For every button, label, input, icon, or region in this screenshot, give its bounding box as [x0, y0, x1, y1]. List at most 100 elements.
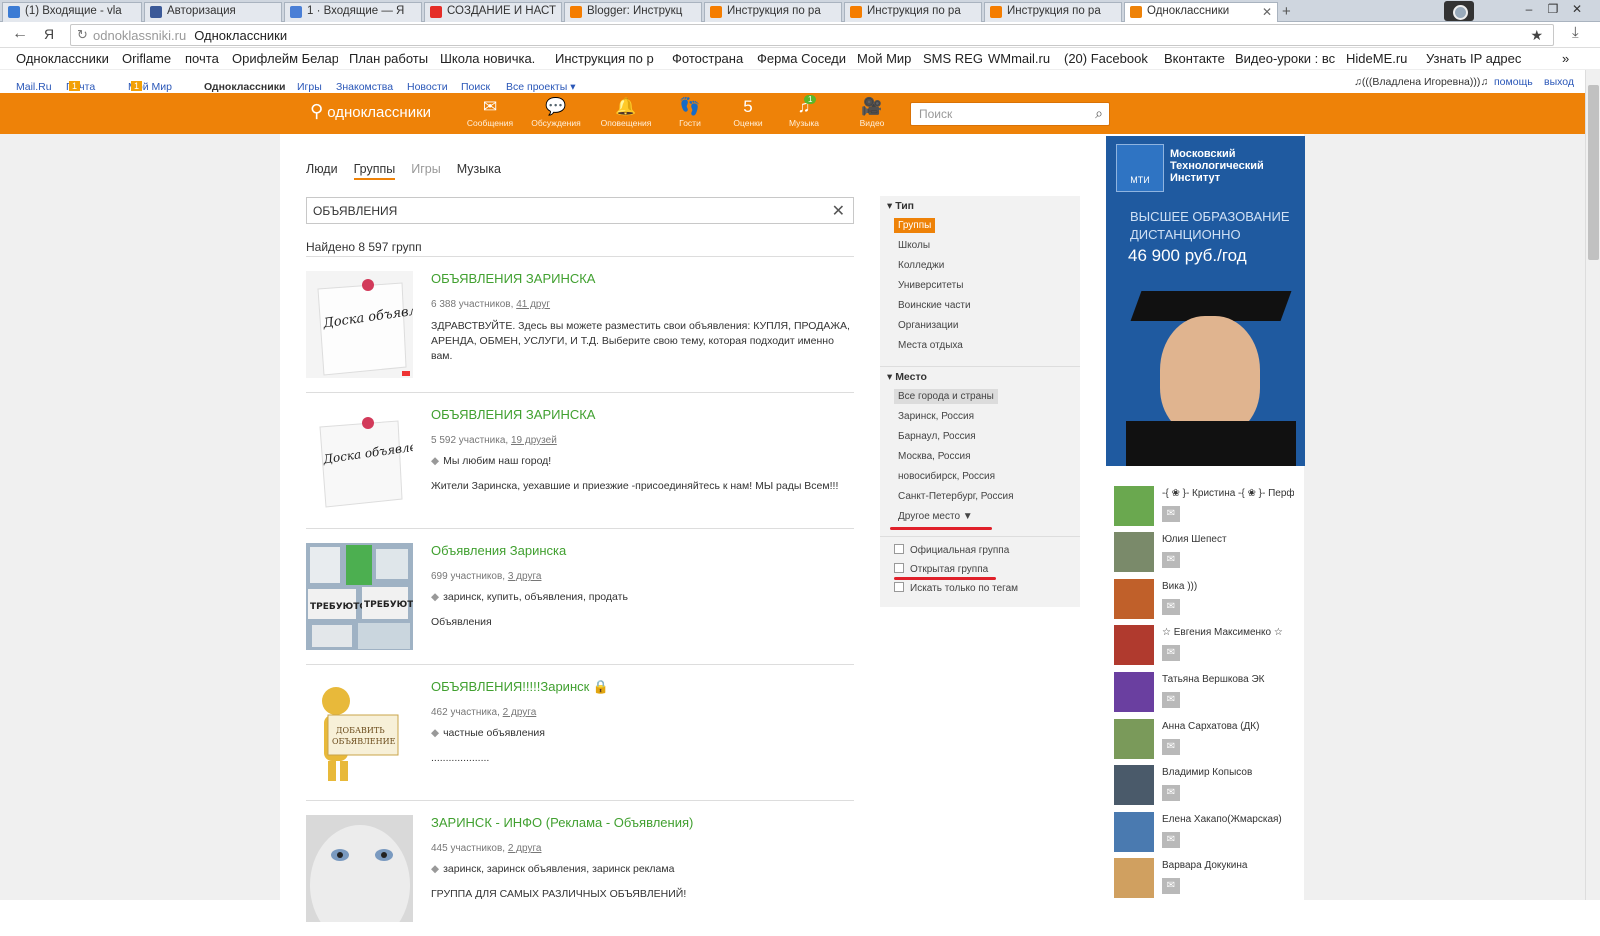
- browser-tab[interactable]: Blogger: Инструкц: [564, 2, 702, 22]
- other-place-dropdown[interactable]: Другое место ▼: [894, 509, 977, 524]
- url-field[interactable]: ↻ odnoklassniki.ru Одноклассники ★: [70, 24, 1554, 46]
- message-icon[interactable]: ✉: [1162, 739, 1180, 755]
- new-tab-button[interactable]: +: [1282, 3, 1291, 20]
- back-arrow-icon[interactable]: ←: [12, 25, 28, 43]
- friends-link[interactable]: 2 друга: [508, 843, 542, 854]
- avatar[interactable]: [1114, 719, 1154, 759]
- filter-place-all[interactable]: Все города и страны: [894, 389, 998, 404]
- group-name-link[interactable]: Объявления Заринска: [431, 543, 566, 558]
- filter-type-header[interactable]: ▾ Тип: [887, 200, 914, 212]
- tab-games[interactable]: Игры: [411, 162, 440, 176]
- message-icon[interactable]: ✉: [1162, 552, 1180, 568]
- avatar[interactable]: [1114, 812, 1154, 852]
- tab-people[interactable]: Люди: [306, 162, 338, 176]
- user-name[interactable]: ♫(((Владлена Игоревна)))♫: [1354, 76, 1488, 88]
- bookmark-item[interactable]: План работы: [349, 51, 433, 66]
- filter-type-groups[interactable]: Группы: [894, 218, 936, 233]
- bookmark-item[interactable]: почта: [185, 51, 225, 66]
- friend-item[interactable]: ☆ Евгения Максименко ☆ ✉: [1114, 625, 1294, 669]
- filter-place-item[interactable]: новосибирск, Россия: [894, 469, 999, 484]
- browser-tab[interactable]: Авторизация: [144, 2, 282, 22]
- bookmark-item[interactable]: Ферма Соседи: [757, 51, 849, 66]
- avatar[interactable]: [1114, 579, 1154, 619]
- browser-tab[interactable]: Инструкция по ра: [844, 2, 982, 22]
- avatar[interactable]: [1114, 765, 1154, 805]
- tab-groups[interactable]: Группы: [353, 162, 396, 180]
- friends-link[interactable]: 2 друга: [503, 707, 537, 718]
- filter-place-item[interactable]: Санкт-Петербург, Россия: [894, 489, 1018, 504]
- bookmark-item[interactable]: Одноклассники: [16, 51, 116, 66]
- star-icon[interactable]: ★: [1530, 27, 1543, 44]
- group-name-link[interactable]: ОБЪЯВЛЕНИЯ ЗАРИНСКА: [431, 407, 595, 422]
- friends-link[interactable]: 19 друзей: [511, 435, 557, 446]
- friend-item[interactable]: Татьяна Вершкова ЭК ✉: [1114, 672, 1294, 716]
- friend-item[interactable]: Юлия Шепест ✉: [1114, 532, 1294, 576]
- browser-tab[interactable]: Инструкция по ра: [984, 2, 1122, 22]
- restore-icon[interactable]: ❐: [1542, 2, 1564, 18]
- browser-tab[interactable]: (1) Входящие - vla: [2, 2, 142, 22]
- download-icon[interactable]: ⤓: [1572, 24, 1579, 41]
- browser-tab[interactable]: Инструкция по ра: [704, 2, 842, 22]
- group-thumbnail[interactable]: Доска объявлений: [306, 407, 413, 514]
- filter-place-header[interactable]: ▾ Место: [887, 371, 927, 383]
- browser-tab-active[interactable]: Одноклассники ✕: [1124, 2, 1278, 23]
- filter-place-item[interactable]: Барнаул, Россия: [894, 429, 980, 444]
- friend-item[interactable]: Анна Сархатова (ДК) ✉: [1114, 719, 1294, 763]
- nav-messages[interactable]: ✉ Сообщения: [462, 96, 518, 128]
- avatar[interactable]: [1114, 486, 1154, 526]
- nav-guests[interactable]: 👣 Гости: [662, 96, 718, 128]
- bookmark-item[interactable]: Фотострана: [672, 51, 748, 66]
- help-link[interactable]: помощь: [1494, 76, 1533, 88]
- bookmark-item[interactable]: SMS REG: [923, 51, 985, 66]
- group-search-input[interactable]: ОБЪЯВЛЕНИЯ ✕: [306, 197, 854, 224]
- reload-icon[interactable]: ↻: [77, 27, 88, 43]
- avatar[interactable]: [1114, 532, 1154, 572]
- friends-link[interactable]: 3 друга: [508, 571, 542, 582]
- browser-tab[interactable]: СОЗДАНИЕ И НАСТ: [424, 2, 562, 22]
- friend-item[interactable]: Владимир Копысов ✉: [1114, 765, 1294, 809]
- message-icon[interactable]: ✉: [1162, 506, 1180, 522]
- bookmark-item[interactable]: Oriflame: [122, 51, 178, 66]
- filter-type-item[interactable]: Места отдыха: [894, 338, 967, 353]
- group-thumbnail[interactable]: ДОБАВИТЬ ОБЪЯВЛЕНИЕ: [306, 679, 413, 786]
- bookmark-item[interactable]: Видео-уроки : вс: [1235, 51, 1339, 66]
- scrollbar-thumb[interactable]: [1588, 85, 1599, 260]
- filter-type-item[interactable]: Воинские части: [894, 298, 975, 313]
- camera-icon[interactable]: [1444, 1, 1474, 21]
- bookmarks-more-icon[interactable]: »: [1562, 51, 1569, 66]
- nav-ratings[interactable]: 5 Оценки: [720, 96, 776, 128]
- clear-search-icon[interactable]: ✕: [832, 201, 845, 221]
- header-search-input[interactable]: Поиск ⌕: [910, 102, 1110, 126]
- message-icon[interactable]: ✉: [1162, 599, 1180, 615]
- filter-type-item[interactable]: Школы: [894, 238, 934, 253]
- bookmark-item[interactable]: Вконтакте: [1164, 51, 1232, 66]
- ok-logo[interactable]: ⚲ одноклассники: [310, 101, 431, 122]
- open-group-checkbox[interactable]: Открытая группа: [894, 563, 988, 575]
- message-icon[interactable]: ✉: [1162, 645, 1180, 661]
- friends-link[interactable]: 41 друг: [516, 299, 550, 310]
- message-icon[interactable]: ✉: [1162, 832, 1180, 848]
- page-scrollbar[interactable]: [1585, 70, 1600, 900]
- nav-music[interactable]: ♫ 1 Музыка: [776, 95, 832, 128]
- bookmark-item[interactable]: (20) Facebook: [1064, 51, 1162, 66]
- filter-type-item[interactable]: Университеты: [894, 278, 967, 293]
- message-icon[interactable]: ✉: [1162, 878, 1180, 894]
- friend-item[interactable]: Вика ))) ✉: [1114, 579, 1294, 623]
- group-name-link[interactable]: ЗАРИНСК - ИНФО (Реклама - Объявления): [431, 815, 693, 830]
- bookmark-item[interactable]: Орифлейм Белар: [232, 51, 338, 66]
- close-tab-icon[interactable]: ✕: [1262, 5, 1272, 19]
- friend-item[interactable]: -{ ❀ }- Кристина -{ ❀ }- Перф... ✉: [1114, 486, 1294, 530]
- friend-item[interactable]: Елена Хакапо(Жмарская) ✉: [1114, 812, 1294, 856]
- logout-link[interactable]: выход: [1544, 76, 1574, 88]
- advertisement-banner[interactable]: МТИ Московский Технологический Институт …: [1106, 136, 1305, 466]
- bookmark-item[interactable]: Узнать IP адрес: [1426, 51, 1538, 66]
- nav-video[interactable]: 🎥 Видео: [844, 96, 900, 128]
- filter-type-item[interactable]: Организации: [894, 318, 962, 333]
- bookmark-item[interactable]: Школа новичка.: [440, 51, 540, 66]
- filter-type-item[interactable]: Колледжи: [894, 258, 948, 273]
- official-group-checkbox[interactable]: Официальная группа: [894, 544, 1009, 556]
- group-name-link[interactable]: ОБЪЯВЛЕНИЯ ЗАРИНСКА: [431, 271, 595, 286]
- nav-discussions[interactable]: 💬 Обсуждения: [528, 96, 584, 128]
- filter-place-item[interactable]: Заринск, Россия: [894, 409, 978, 424]
- tab-music[interactable]: Музыка: [457, 162, 501, 176]
